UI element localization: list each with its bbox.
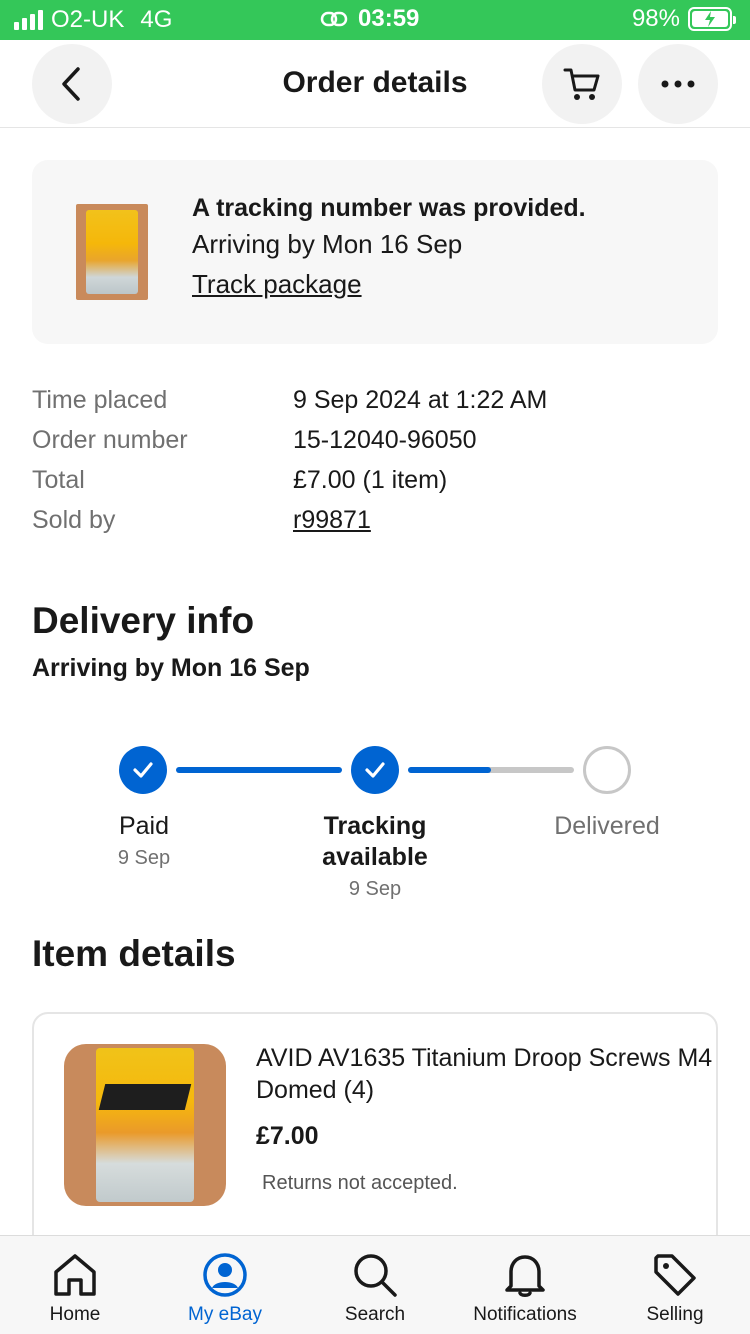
delivery-arrival: Arriving by Mon 16 Sep: [32, 654, 310, 682]
arrival-estimate: Arriving by Mon 16 Sep: [192, 229, 463, 259]
cart-button[interactable]: [542, 44, 622, 124]
step-delivered-label: Delivered: [554, 812, 660, 840]
seller-link[interactable]: r99871: [293, 506, 371, 535]
delivery-progress: Paid 9 Sep Tracking available 9 Sep Deli…: [0, 745, 750, 915]
status-bar: O2-UK 4G 03:59 98%: [0, 0, 750, 40]
time-placed-value: 9 Sep 2024 at 1:22 AM: [293, 385, 548, 414]
item-thumbnail-small: [76, 204, 148, 300]
more-options-button[interactable]: [638, 44, 718, 124]
step-tracking-check-icon: [351, 746, 399, 794]
more-icon: [661, 80, 695, 88]
tab-notifications[interactable]: Notifications: [450, 1236, 600, 1334]
signal-strength-icon: [14, 10, 43, 30]
delivery-info-heading: Delivery info: [32, 600, 255, 641]
total-label: Total: [32, 465, 85, 494]
battery-icon: [688, 7, 736, 31]
tab-home[interactable]: Home: [0, 1236, 150, 1334]
track-package-link[interactable]: Track package: [192, 264, 586, 304]
tab-notifications-label: Notifications: [473, 1304, 577, 1325]
step-paid-date: 9 Sep: [117, 847, 171, 869]
network-type: 4G: [140, 6, 173, 33]
search-icon: [354, 1254, 397, 1297]
tab-selling[interactable]: Selling: [600, 1236, 750, 1334]
tab-search[interactable]: Search: [300, 1236, 450, 1334]
order-number-value: 15-12040-96050: [293, 425, 477, 454]
step-paid-check-icon: [119, 746, 167, 794]
carrier-name: O2-UK: [51, 6, 125, 33]
order-row-number: Order number 15-12040-96050: [32, 420, 718, 460]
tab-selling-label: Selling: [646, 1304, 704, 1325]
tag-icon: [654, 1254, 696, 1296]
step-delivered-circle-icon: [583, 746, 631, 794]
item-image[interactable]: [64, 1044, 226, 1206]
tracking-banner: A tracking number was provided. Arriving…: [32, 160, 718, 344]
sold-by-label: Sold by: [32, 505, 116, 534]
item-title[interactable]: AVID AV1635 Titanium Droop Screws M4 Dom…: [256, 1042, 716, 1106]
progress-bar-1: [176, 767, 342, 773]
account-icon: [203, 1253, 247, 1297]
battery-percent: 98%: [631, 5, 680, 32]
order-number-label: Order number: [32, 425, 188, 454]
cart-icon: [563, 68, 600, 100]
returns-policy: Returns not accepted.: [262, 1172, 458, 1194]
order-row-total: Total £7.00 (1 item): [32, 460, 718, 500]
item-card[interactable]: AVID AV1635 Titanium Droop Screws M4 Dom…: [32, 1012, 718, 1272]
tracking-headline: A tracking number was provided.: [192, 194, 586, 222]
home-icon: [54, 1254, 96, 1296]
bottom-tab-bar: Home My eBay Search Notifications Sellin…: [0, 1235, 750, 1334]
tab-my-ebay-label: My eBay: [188, 1304, 262, 1325]
total-value: £7.00 (1 item): [293, 465, 448, 494]
step-tracking-label: Tracking available: [322, 812, 428, 871]
app-header: Order details: [0, 40, 750, 128]
progress-bar-2-fill: [408, 767, 491, 773]
item-details-heading: Item details: [32, 933, 236, 974]
link-icon: [320, 11, 348, 27]
tab-home-label: Home: [49, 1304, 101, 1325]
tab-my-ebay[interactable]: My eBay: [150, 1236, 300, 1334]
clock: 03:59: [358, 5, 420, 32]
tab-search-label: Search: [344, 1304, 406, 1325]
step-tracking-date: 9 Sep: [348, 878, 402, 900]
step-paid-label: Paid: [118, 812, 170, 840]
order-summary: Time placed 9 Sep 2024 at 1:22 AM Order …: [32, 380, 718, 540]
order-row-time: Time placed 9 Sep 2024 at 1:22 AM: [32, 380, 718, 420]
bell-icon: [505, 1255, 545, 1297]
time-placed-label: Time placed: [32, 385, 168, 414]
item-price: £7.00: [256, 1122, 319, 1150]
order-row-seller: Sold by r99871: [32, 500, 718, 540]
